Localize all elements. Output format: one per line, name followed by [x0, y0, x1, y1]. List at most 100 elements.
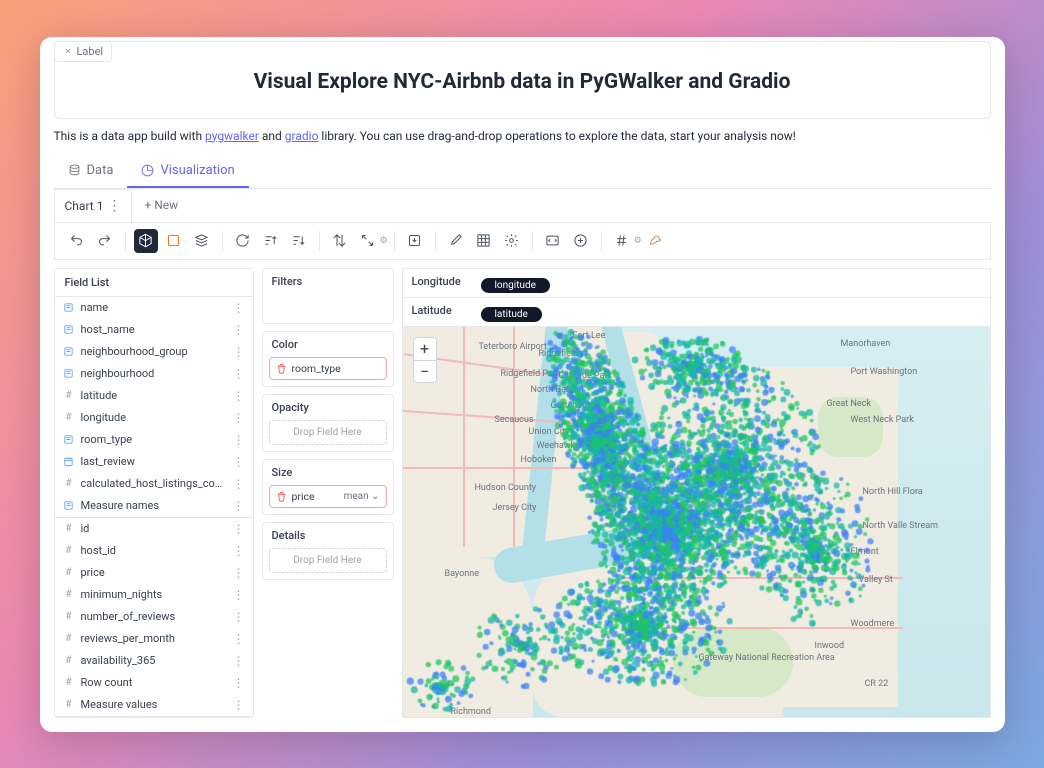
field-item-number-of-reviews[interactable]: #number_of_reviews⋮: [55, 606, 253, 628]
hash-icon: #: [63, 478, 75, 490]
chart-tab-1[interactable]: Chart 1 ⋮: [54, 189, 133, 222]
field-item-measure-values[interactable]: #Measure values⋮: [55, 694, 253, 716]
size-pill[interactable]: price mean ⌄: [269, 485, 387, 508]
field-item-room-type[interactable]: room_type⋮: [55, 429, 253, 451]
color-pill-label: room_type: [292, 362, 341, 375]
tab-visualization[interactable]: Visualization: [127, 155, 248, 188]
field-name: name: [81, 301, 227, 314]
lat-pill[interactable]: latitude: [481, 307, 542, 322]
details-shelf[interactable]: Details Drop Field Here: [262, 522, 394, 580]
filters-label: Filters: [263, 269, 393, 294]
add-button[interactable]: [569, 229, 593, 253]
sort-desc-button[interactable]: [287, 229, 311, 253]
link-gradio[interactable]: gradio: [285, 129, 319, 143]
code-button[interactable]: [541, 229, 565, 253]
longitude-shelf[interactable]: Longitude longitude: [402, 268, 991, 298]
field-item-neighbourhood[interactable]: neighbourhood ⋮: [55, 363, 253, 385]
field-item-last-review[interactable]: last_review⋮: [55, 451, 253, 473]
field-more-icon[interactable]: ⋮: [233, 588, 245, 602]
zoom-out-button[interactable]: −: [414, 360, 436, 382]
remove-icon[interactable]: [276, 363, 287, 374]
new-chart-tab[interactable]: + New: [132, 190, 190, 220]
stack-button[interactable]: [190, 229, 214, 253]
field-more-icon[interactable]: ⋮: [233, 499, 245, 513]
field-more-icon[interactable]: ⋮: [233, 566, 245, 580]
hash-icon: #: [63, 655, 75, 667]
field-item-host-name[interactable]: host_name⋮: [55, 319, 253, 341]
undo-button[interactable]: [65, 229, 89, 253]
axis-swap-button[interactable]: [328, 229, 352, 253]
field-item-name[interactable]: name ⋮: [55, 297, 253, 319]
mark-rect-button[interactable]: [162, 229, 186, 253]
field-item-latitude[interactable]: #latitude⋮: [55, 385, 253, 407]
field-item-host-id[interactable]: #host_id⋮: [55, 540, 253, 562]
map-viewport[interactable]: + −: [402, 327, 991, 718]
color-shelf[interactable]: Color room_type: [262, 331, 394, 387]
field-more-icon[interactable]: ⋮: [233, 345, 245, 359]
category-icon: [63, 324, 75, 336]
table-button[interactable]: [472, 229, 496, 253]
field-item-price[interactable]: #price⋮: [55, 562, 253, 584]
field-more-icon[interactable]: ⋮: [233, 477, 245, 491]
field-name: longitude: [81, 411, 227, 424]
field-item-calculated-host-listings-count[interactable]: #calculated_host_listings_count⋮: [55, 473, 253, 495]
field-more-icon[interactable]: ⋮: [233, 654, 245, 668]
category-icon: [63, 500, 75, 512]
hash-settings-icon[interactable]: ⚙: [634, 236, 642, 246]
lon-pill[interactable]: longitude: [481, 278, 550, 293]
field-item-availability-365[interactable]: #availability_365⋮: [55, 650, 253, 672]
filters-shelf[interactable]: Filters: [262, 268, 394, 324]
size-shelf[interactable]: Size price mean ⌄: [262, 459, 394, 515]
caret-icon[interactable]: ⌄: [371, 491, 379, 502]
field-more-icon[interactable]: ⋮: [233, 389, 245, 403]
zoom-in-button[interactable]: +: [414, 338, 436, 360]
field-more-icon[interactable]: ⋮: [233, 632, 245, 646]
link-pygwalker[interactable]: pygwalker: [205, 129, 259, 143]
opacity-drop[interactable]: Drop Field Here: [269, 420, 387, 445]
mark-cube-button[interactable]: [134, 229, 158, 253]
field-more-icon[interactable]: ⋮: [233, 610, 245, 624]
label-badge-text: Label: [77, 45, 104, 58]
tab-data[interactable]: Data: [54, 155, 128, 188]
field-more-icon[interactable]: ⋮: [233, 301, 245, 315]
shelves-column: Filters Color room_type Opacity Drop Fie…: [262, 268, 394, 718]
color-pill[interactable]: room_type: [269, 357, 387, 380]
field-more-icon[interactable]: ⋮: [233, 323, 245, 337]
field-more-icon[interactable]: ⋮: [233, 522, 245, 536]
field-item-reviews-per-month[interactable]: #reviews_per_month⋮: [55, 628, 253, 650]
resize-button[interactable]: [356, 229, 380, 253]
size-pill-agg: mean: [344, 491, 369, 502]
field-more-icon[interactable]: ⋮: [233, 367, 245, 381]
remove-icon[interactable]: [276, 491, 287, 502]
field-item-id[interactable]: #id⋮: [55, 518, 253, 540]
resize-settings-icon[interactable]: ⚙: [380, 236, 388, 246]
field-more-icon[interactable]: ⋮: [233, 544, 245, 558]
hash-icon: #: [63, 390, 75, 402]
field-more-icon[interactable]: ⋮: [233, 433, 245, 447]
field-more-icon[interactable]: ⋮: [233, 411, 245, 425]
field-item-measure-names[interactable]: Measure names⋮: [55, 495, 253, 517]
hash-button[interactable]: [610, 229, 634, 253]
field-more-icon[interactable]: ⋮: [233, 698, 245, 712]
export-button[interactable]: [403, 229, 427, 253]
field-name: number_of_reviews: [81, 610, 227, 623]
field-item-row-count[interactable]: #Row count⋮: [55, 672, 253, 694]
redo-button[interactable]: [93, 229, 117, 253]
refresh-button[interactable]: [231, 229, 255, 253]
sort-asc-button[interactable]: [259, 229, 283, 253]
chart-tab-menu-icon[interactable]: ⋮: [107, 198, 121, 214]
field-more-icon[interactable]: ⋮: [233, 676, 245, 690]
settings-button[interactable]: [500, 229, 524, 253]
field-item-minimum-nights[interactable]: #minimum_nights⋮: [55, 584, 253, 606]
bird-button[interactable]: [644, 229, 668, 253]
hash-icon: #: [63, 589, 75, 601]
paint-button[interactable]: [444, 229, 468, 253]
field-item-longitude[interactable]: #longitude⋮: [55, 407, 253, 429]
map-canvas[interactable]: + −: [403, 327, 990, 717]
field-more-icon[interactable]: ⋮: [233, 455, 245, 469]
opacity-shelf[interactable]: Opacity Drop Field Here: [262, 394, 394, 452]
field-name: neighbourhood: [81, 367, 227, 380]
details-drop[interactable]: Drop Field Here: [269, 548, 387, 573]
latitude-shelf[interactable]: Latitude latitude: [402, 298, 991, 327]
field-item-neighbourhood-group[interactable]: neighbourhood_group⋮: [55, 341, 253, 363]
